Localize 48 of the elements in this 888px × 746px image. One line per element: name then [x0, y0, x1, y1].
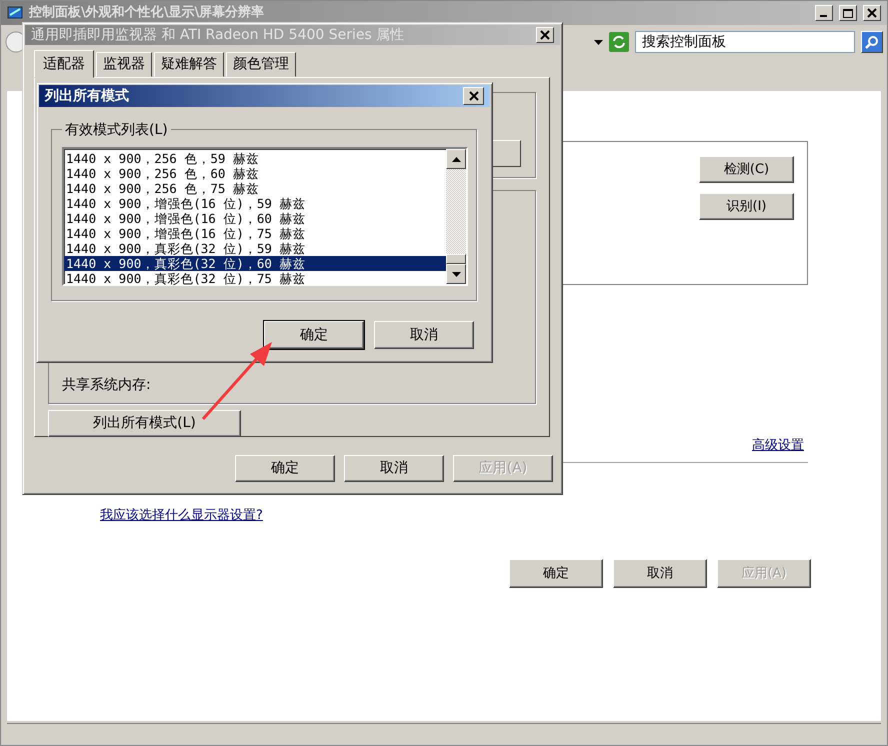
- detect-button[interactable]: 识别(I): [699, 193, 794, 220]
- dialog-title: 通用即插即用监视器 和 ATI Radeon HD 5400 Series 属性: [31, 26, 406, 44]
- tab[interactable]: 疑难解答: [154, 52, 224, 77]
- refresh-icon[interactable]: [609, 32, 629, 52]
- mode-list-item[interactable]: 1440 x 900，256 色，60 赫兹: [64, 166, 446, 181]
- down-arrow-icon: [452, 272, 460, 276]
- list-modes-button[interactable]: 列出所有模式(L): [48, 410, 241, 437]
- tab[interactable]: 适配器: [34, 50, 94, 78]
- maximize-icon: [843, 8, 853, 18]
- dialog-button[interactable]: 取消: [344, 455, 444, 482]
- close-button[interactable]: [536, 27, 554, 43]
- mode-list-item[interactable]: 1440 x 900，256 色，75 赫兹: [64, 181, 446, 196]
- close-button[interactable]: [463, 87, 484, 105]
- scroll-up-button[interactable]: [446, 149, 466, 169]
- mode-list-item[interactable]: 1440 x 900，增强色(16 位)，59 赫兹: [64, 196, 446, 211]
- memory-label: 共享系统内存:: [62, 376, 151, 395]
- mode-list-item[interactable]: 1440 x 900，真彩色(32 位)，75 赫兹: [64, 271, 446, 286]
- close-button[interactable]: [863, 5, 881, 21]
- mode-list-item[interactable]: 1440 x 900，增强色(16 位)，60 赫兹: [64, 211, 446, 226]
- help-link[interactable]: 我应该选择什么显示器设置?: [100, 506, 263, 526]
- close-icon: [538, 28, 552, 42]
- dialog-button[interactable]: 确定: [509, 559, 603, 588]
- close-icon: [466, 89, 480, 103]
- detect-button[interactable]: 检测(C): [699, 156, 794, 183]
- dialog-title: 列出所有模式: [45, 86, 130, 106]
- dialog-button[interactable]: 取消: [613, 559, 707, 588]
- scroll-down-button[interactable]: [446, 264, 466, 284]
- dialog-button[interactable]: 取消: [374, 321, 474, 349]
- tab[interactable]: 监视器: [96, 52, 152, 77]
- search-button[interactable]: [861, 31, 883, 53]
- minimize-button[interactable]: [815, 5, 833, 21]
- advanced-settings-link[interactable]: 高级设置: [752, 436, 804, 456]
- mode-list-item[interactable]: 1440 x 900，增强色(16 位)，75 赫兹: [64, 226, 446, 241]
- dialog-button[interactable]: 确定: [264, 321, 364, 349]
- mode-list-item[interactable]: 1440 x 900，真彩色(32 位)，60 赫兹: [64, 256, 446, 271]
- scrollbar-thumb[interactable]: [446, 254, 466, 264]
- search-icon: [865, 35, 879, 49]
- dropdown-icon[interactable]: [594, 40, 603, 44]
- mode-list-item[interactable]: 1440 x 900，真彩色(32 位)，59 赫兹: [64, 241, 446, 256]
- up-arrow-icon: [452, 156, 460, 162]
- window-title: 控制面板\外观和个性化\显示\屏幕分辨率: [29, 4, 266, 22]
- mode-list-item[interactable]: 1440 x 900，256 色，59 赫兹: [64, 151, 446, 166]
- dialog-button[interactable]: 确定: [235, 455, 335, 482]
- search-field[interactable]: 搜索控制面板: [635, 31, 855, 53]
- tab[interactable]: 颜色管理: [226, 52, 296, 77]
- window-icon: [7, 5, 23, 21]
- maximize-button[interactable]: [839, 5, 857, 21]
- close-icon: [865, 6, 879, 20]
